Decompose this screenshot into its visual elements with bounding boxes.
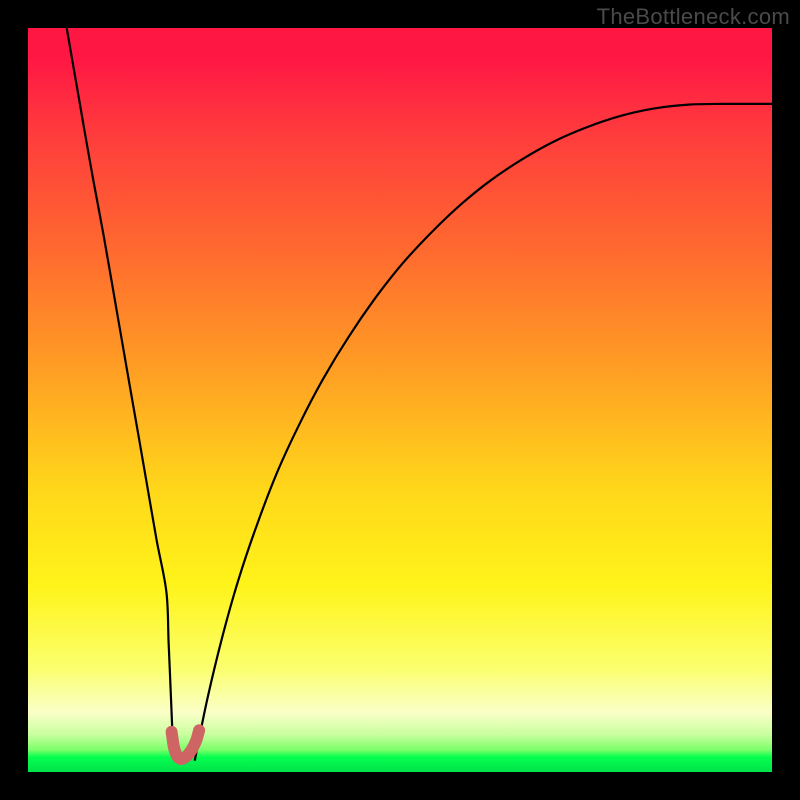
curve-left-branch — [67, 28, 176, 761]
curve-right-branch — [195, 104, 772, 761]
chart-frame: TheBottleneck.com — [0, 0, 800, 800]
curve-layer — [28, 28, 772, 772]
watermark-text: TheBottleneck.com — [597, 4, 790, 30]
valley-marker — [172, 730, 200, 759]
